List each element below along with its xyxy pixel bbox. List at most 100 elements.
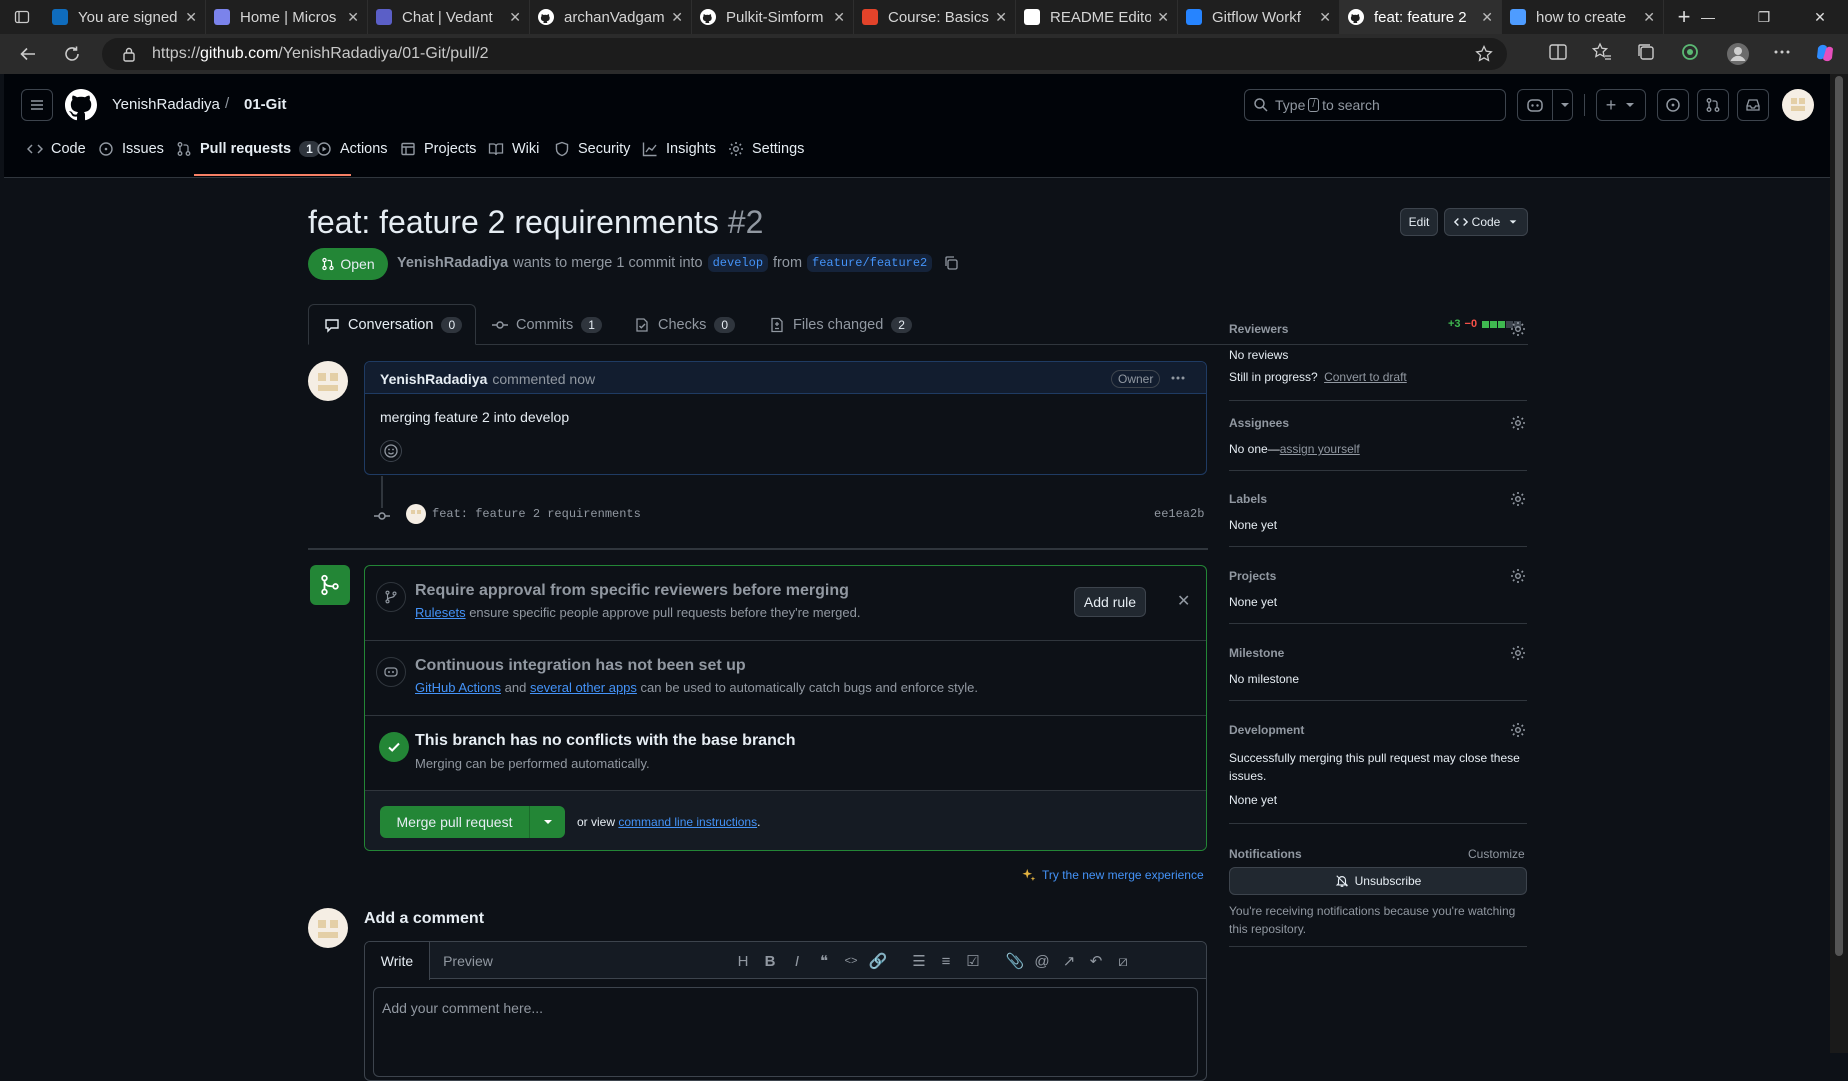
comment-author-avatar[interactable] — [308, 361, 348, 401]
close-tab-icon[interactable]: ✕ — [1481, 9, 1493, 26]
split-screen-icon[interactable] — [1548, 42, 1572, 66]
assign-yourself-link[interactable]: assign yourself — [1280, 442, 1360, 456]
rulesets-link[interactable]: Rulesets — [415, 605, 466, 620]
pull-requests-button[interactable] — [1697, 89, 1729, 121]
milestone-heading[interactable]: Milestone — [1229, 646, 1284, 660]
edit-title-button[interactable]: Edit — [1400, 208, 1438, 236]
convert-to-draft-link[interactable]: Convert to draft — [1324, 370, 1407, 384]
comment-author-link[interactable]: YenishRadadiya — [380, 371, 487, 387]
assignees-gear-icon[interactable] — [1510, 415, 1526, 431]
comment-textarea[interactable]: Add your comment here... — [373, 987, 1198, 1077]
repo-tab-actions[interactable]: Actions — [316, 126, 388, 172]
address-bar[interactable]: https://github.com/YenishRadadiya/01-Git… — [102, 38, 1507, 70]
pr-tab-checks[interactable]: Checks 0 — [634, 304, 736, 346]
browser-tab[interactable]: how to create ✕ — [1502, 0, 1664, 34]
user-avatar[interactable] — [1782, 89, 1814, 121]
close-tab-icon[interactable]: ✕ — [1643, 9, 1655, 26]
repo-tab-wiki[interactable]: Wiki — [488, 126, 539, 172]
commit-message-link[interactable]: feat: feature 2 requirenments — [432, 507, 641, 521]
milestone-gear-icon[interactable] — [1510, 645, 1526, 661]
reload-button[interactable] — [54, 36, 90, 72]
base-branch[interactable]: develop — [707, 254, 769, 272]
dismiss-close-icon[interactable]: ✕ — [1177, 591, 1190, 611]
ordered-list-icon[interactable]: ☰ — [909, 951, 929, 971]
browser-tab[interactable]: archanVadgam ✕ — [530, 0, 692, 34]
current-user-avatar[interactable] — [308, 908, 348, 948]
italic-icon[interactable]: I — [787, 951, 807, 971]
close-tab-icon[interactable]: ✕ — [347, 9, 359, 26]
repo-tab-code[interactable]: Code — [27, 126, 86, 172]
browser-tab[interactable]: README Edito ✕ — [1016, 0, 1178, 34]
inbox-button[interactable] — [1737, 89, 1769, 121]
cross-reference-icon[interactable]: ↗ — [1059, 951, 1079, 971]
repo-tab-issues[interactable]: Issues — [98, 126, 164, 172]
kebab-menu-icon[interactable] — [1169, 369, 1187, 387]
code-icon[interactable]: <> — [841, 951, 861, 971]
merge-method-dropdown[interactable] — [530, 806, 565, 838]
pr-tab-files-changed[interactable]: Files changed 2 — [769, 304, 912, 346]
try-new-merge-experience[interactable]: Try the new merge experience — [1022, 868, 1204, 882]
pr-tab-commits[interactable]: Commits 1 — [492, 304, 602, 346]
close-window-button[interactable]: ✕ — [1792, 0, 1848, 34]
mention-icon[interactable]: @ — [1032, 951, 1052, 971]
unsubscribe-button[interactable]: Unsubscribe — [1229, 867, 1527, 895]
unordered-list-icon[interactable]: ≡ — [936, 951, 956, 971]
assignees-heading[interactable]: Assignees — [1229, 416, 1289, 430]
create-new-button[interactable]: + — [1596, 89, 1646, 121]
attach-icon[interactable]: 📎 — [1005, 951, 1025, 971]
browser-tab[interactable]: feat: feature 2 ✕ — [1340, 0, 1502, 34]
pr-tab-conversation[interactable]: Conversation 0 — [324, 304, 463, 346]
close-tab-icon[interactable]: ✕ — [671, 9, 683, 26]
collections-icon[interactable] — [1636, 42, 1660, 66]
reply-icon[interactable]: ↶ — [1086, 951, 1106, 971]
commit-author-avatar[interactable] — [406, 504, 426, 524]
copilot-button[interactable] — [1517, 89, 1573, 121]
github-actions-link[interactable]: GitHub Actions — [415, 680, 501, 695]
repo-tab-security[interactable]: Security — [554, 126, 630, 172]
pr-author-link[interactable]: YenishRadadiya — [397, 255, 508, 271]
command-line-instructions-link[interactable]: command line instructions — [618, 815, 757, 829]
profile-avatar-icon[interactable] — [1726, 42, 1750, 66]
head-branch[interactable]: feature/feature2 — [807, 254, 933, 272]
close-tab-icon[interactable]: ✕ — [185, 9, 197, 26]
tab-actions-icon[interactable] — [0, 0, 44, 34]
close-tab-icon[interactable]: ✕ — [509, 9, 521, 26]
favorite-star-icon[interactable] — [1475, 45, 1493, 63]
projects-gear-icon[interactable] — [1510, 568, 1526, 584]
browser-tab[interactable]: Course: Basics ✕ — [854, 0, 1016, 34]
extension-icon[interactable] — [1680, 42, 1704, 66]
commit-sha-link[interactable]: ee1ea2b — [1154, 507, 1204, 521]
other-apps-link[interactable]: several other apps — [530, 680, 637, 695]
labels-gear-icon[interactable] — [1510, 491, 1526, 507]
bold-icon[interactable]: B — [760, 951, 780, 971]
minimize-button[interactable]: — — [1680, 0, 1736, 34]
search-input[interactable]: Type / to search — [1244, 89, 1506, 121]
browser-tab[interactable]: You are signed ✕ — [44, 0, 206, 34]
code-dropdown-button[interactable]: Code — [1444, 208, 1528, 236]
issues-button[interactable] — [1657, 89, 1689, 121]
repo-tab-settings[interactable]: Settings — [728, 126, 804, 172]
reviewers-heading[interactable]: Reviewers — [1229, 322, 1288, 336]
preview-tab[interactable]: Preview — [433, 942, 503, 979]
reviewers-gear-icon[interactable] — [1510, 321, 1526, 337]
add-reaction-button[interactable] — [380, 440, 402, 462]
repo-name-link[interactable]: 01-Git — [244, 96, 287, 113]
add-rule-button[interactable]: Add rule — [1074, 587, 1146, 617]
close-tab-icon[interactable]: ✕ — [1157, 9, 1169, 26]
close-tab-icon[interactable]: ✕ — [833, 9, 845, 26]
heading-icon[interactable]: H — [733, 951, 753, 971]
close-tab-icon[interactable]: ✕ — [1319, 9, 1331, 26]
repo-tab-insights[interactable]: Insights — [642, 126, 716, 172]
task-list-icon[interactable]: ☑ — [963, 951, 983, 971]
browser-tab[interactable]: Home | Micros ✕ — [206, 0, 368, 34]
copy-icon[interactable] — [943, 255, 959, 271]
browser-tab[interactable]: Chat | Vedant ✕ — [368, 0, 530, 34]
link-icon[interactable]: 🔗 — [868, 951, 888, 971]
slash-command-icon[interactable]: ⧄ — [1113, 951, 1133, 971]
projects-heading[interactable]: Projects — [1229, 569, 1276, 583]
repo-tab-pull-requests[interactable]: Pull requests 1 — [176, 126, 320, 172]
browser-tab[interactable]: Gitflow Workf ✕ — [1178, 0, 1340, 34]
more-menu-icon[interactable] — [1772, 42, 1796, 66]
quote-icon[interactable]: ❝ — [814, 951, 834, 971]
github-logo-icon[interactable] — [65, 89, 97, 121]
